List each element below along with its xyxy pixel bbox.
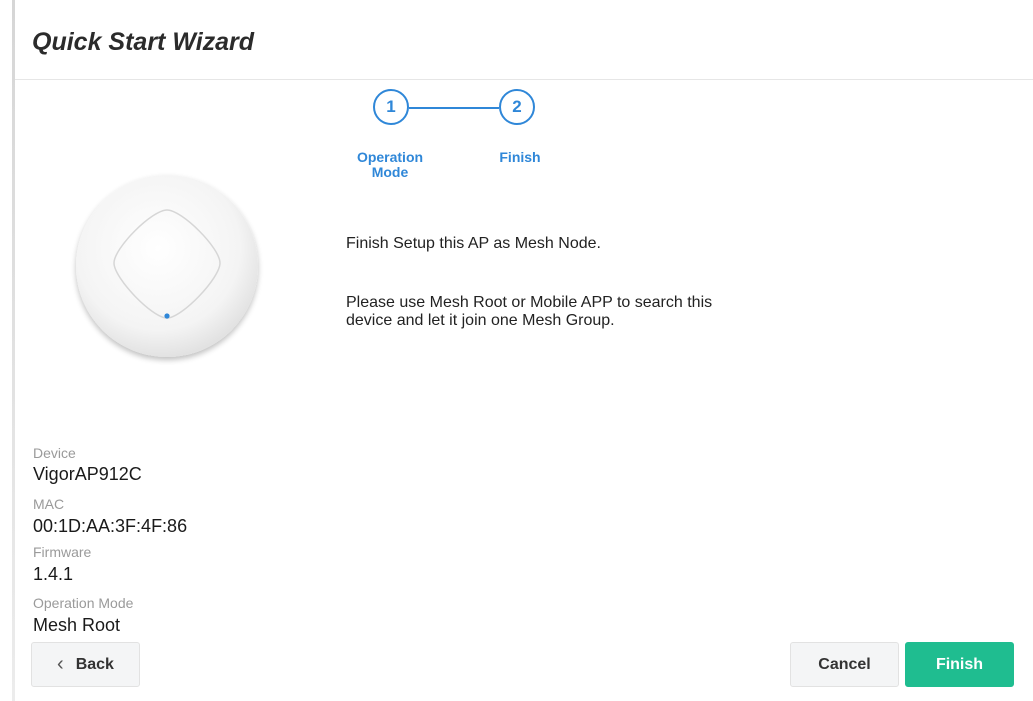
chevron-left-icon: ‹ (57, 653, 64, 675)
device-label: Device (33, 445, 76, 461)
operation-mode-label: Operation Mode (33, 595, 134, 611)
step-2-circle: 2 (499, 89, 535, 125)
finish-message: Finish Setup this AP as Mesh Node. (346, 235, 601, 252)
title-divider (15, 79, 1033, 80)
firmware-label: Firmware (33, 544, 92, 560)
finish-button[interactable]: Finish (905, 642, 1014, 687)
mac-value: 00:1D:AA:3F:4F:86 (33, 516, 188, 536)
step-2-label-line1: Finish (499, 149, 541, 165)
step-1-label: Operation Mode (340, 150, 440, 180)
back-button[interactable]: ‹ Back (31, 642, 140, 687)
operation-mode-value: Mesh Root (33, 615, 121, 635)
page-title: Quick Start Wizard (32, 28, 255, 56)
step-1-circle: 1 (373, 89, 409, 125)
step-1-label-line1: Operation (356, 149, 424, 165)
device-value: VigorAP912C (33, 464, 142, 484)
cancel-button[interactable]: Cancel (790, 642, 899, 687)
step-1-label-line2: Mode (371, 164, 409, 180)
instruction-message-line1: Please use Mesh Root or Mobile APP to se… (346, 294, 713, 311)
mac-label: MAC (33, 496, 65, 512)
firmware-value: 1.4.1 (33, 564, 74, 584)
step-2-label: Finish (480, 150, 560, 165)
page-left-border (12, 0, 15, 701)
step-connector (409, 107, 499, 109)
instruction-message-line2: device and let it join one Mesh Group. (346, 312, 615, 329)
back-button-label: Back (75, 655, 114, 673)
access-point-image (76, 175, 258, 357)
